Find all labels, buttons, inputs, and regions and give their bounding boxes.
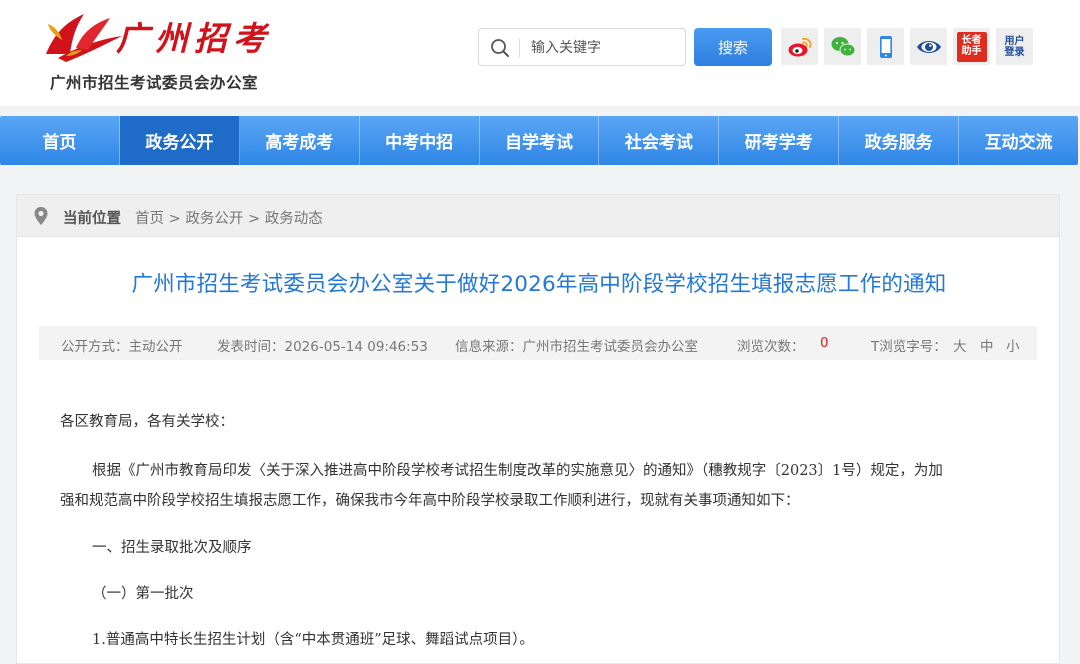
article-panel: 当前位置 首页 > 政务公开 > 政务动态 广州市招生考试委员会办公室关于做好2…	[16, 194, 1060, 664]
header-tools: 长者 助手 用户 登录	[781, 28, 1033, 65]
font-size-large-button[interactable]: 大	[953, 335, 967, 355]
search-input[interactable]	[531, 37, 681, 59]
elder-label-line1: 长者	[961, 34, 982, 46]
article-meta: 公开方式：主动公开 发表时间：2026-05-14 09:46:53 信息来源：…	[39, 326, 1037, 360]
login-label-line2: 登录	[1004, 46, 1025, 58]
weibo-button[interactable]	[781, 28, 818, 65]
location-pin-icon	[34, 207, 48, 225]
site-header: 广州招考 广州市招生考试委员会办公室 搜索	[0, 0, 1080, 106]
kapok-flower-logo-icon	[46, 14, 122, 62]
body-paragraph: 各区教育局，各有关学校：	[60, 414, 234, 430]
search-divider	[519, 39, 520, 57]
body-paragraph: （一）第一批次	[92, 586, 194, 602]
font-size-medium-button[interactable]: 中	[980, 335, 994, 355]
nav-item-interaction[interactable]: 互动交流	[959, 116, 1078, 165]
nav-item-self-study-exam[interactable]: 自学考试	[480, 116, 600, 165]
mobile-icon	[879, 35, 892, 58]
body-paragraph: 根据《广州市教育局印发〈关于深入推进高中阶段学校考试招生制度改革的实施意见〉的通…	[92, 463, 943, 479]
breadcrumb-path[interactable]: 首页 > 政务公开 > 政务动态	[135, 207, 323, 228]
login-label-line1: 用户	[1004, 35, 1025, 47]
nav-item-postgrad-exam[interactable]: 研考学考	[719, 116, 840, 165]
nav-item-zhongkao[interactable]: 中考中招	[360, 116, 480, 165]
mobile-site-button[interactable]	[867, 28, 904, 65]
meta-views-label: 浏览次数：	[737, 339, 805, 355]
nav-item-social-exam[interactable]: 社会考试	[599, 116, 720, 165]
search-icon	[491, 39, 509, 57]
organization-name: 广州市招生考试委员会办公室	[50, 74, 259, 92]
wechat-button[interactable]	[824, 28, 861, 65]
meta-font-size-label: T浏览字号：	[871, 339, 947, 355]
meta-views-count: 0	[820, 335, 829, 351]
wechat-icon	[831, 36, 855, 56]
body-paragraph: 一、招生录取批次及顺序	[92, 540, 252, 556]
nav-item-home[interactable]: 首页	[0, 116, 120, 165]
search-box	[478, 28, 686, 66]
user-login-icon: 用户 登录	[1005, 36, 1025, 58]
user-login-button[interactable]: 用户 登录	[996, 28, 1033, 65]
body-paragraph: 1.普通高中特长生招生计划（含“中本贯通班”足球、舞蹈试点项目）。	[92, 632, 534, 648]
breadcrumb-label: 当前位置	[63, 211, 121, 227]
parent-assistant-icon: 长者 助手	[956, 31, 987, 62]
accessibility-button[interactable]	[910, 28, 947, 65]
meta-publish-time: 发表时间：2026-05-14 09:46:53	[217, 339, 428, 355]
site-logo[interactable]: 广州招考 广州市招生考试委员会办公室	[36, 4, 276, 100]
meta-source: 信息来源：广州市招生考试委员会办公室	[455, 339, 698, 355]
meta-publicity: 公开方式：主动公开	[61, 339, 183, 355]
elder-label-line2: 助手	[961, 45, 982, 57]
nav-item-government-affairs[interactable]: 政务公开	[119, 116, 240, 165]
search-button[interactable]: 搜索	[694, 28, 772, 66]
elder-assistant-button[interactable]: 长者 助手	[953, 28, 990, 65]
body-paragraph: 强和规范高中阶段学校招生填报志愿工作，确保我市今年高中阶段学校录取工作顺利进行，…	[60, 493, 800, 509]
logo-script-text: 广州招考	[116, 19, 272, 58]
nav-item-gov-services[interactable]: 政务服务	[839, 116, 960, 165]
nav-item-gaokao[interactable]: 高考成考	[240, 116, 360, 165]
font-size-small-button[interactable]: 小	[1006, 335, 1020, 355]
weibo-icon	[788, 37, 811, 56]
breadcrumb: 当前位置 首页 > 政务公开 > 政务动态	[17, 195, 1059, 237]
main-nav: 首页 政务公开 高考成考 中考中招 自学考试 社会考试 研考学考 政务服务 互动…	[0, 116, 1078, 165]
article-title: 广州市招生考试委员会办公室关于做好2026年高中阶段学校招生填报志愿工作的通知	[131, 272, 947, 297]
eye-icon	[916, 40, 941, 53]
